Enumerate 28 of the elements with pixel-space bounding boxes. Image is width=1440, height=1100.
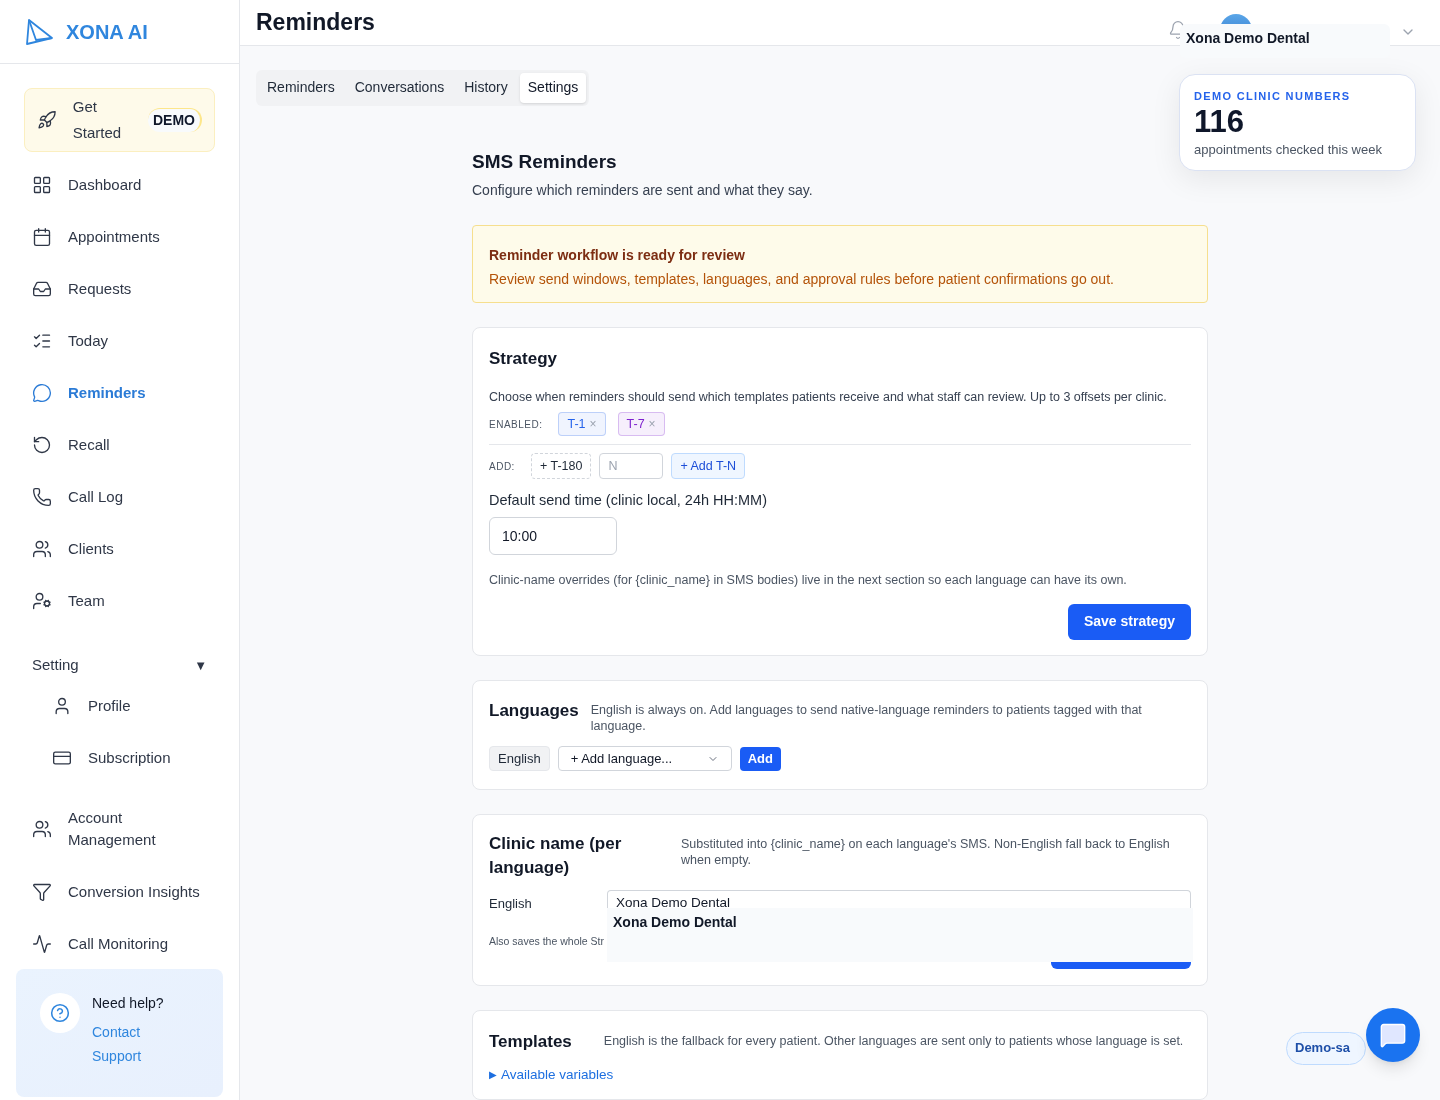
name-tooltip: Xona Demo Dental	[607, 908, 1193, 962]
card-label: DEMO CLINIC NUMBERS	[1194, 88, 1352, 104]
field-label: English	[489, 895, 533, 913]
help-title: Need help?	[92, 993, 164, 1013]
notice-title: Reminder workflow is ready for review	[489, 246, 746, 265]
card-title: Strategy	[489, 348, 559, 370]
card-title: Clinic name (per language)	[489, 833, 623, 879]
card-description: Substituted into {clinic_name} on each language's SMS. Non-English fall back to English when empty.	[681, 836, 1171, 869]
card-description: English is always on. Add languages to send native-language reminders to patients tagged with that language.	[590, 702, 1143, 734]
section-subtitle: Configure which reminders are sent and what they say.	[472, 181, 814, 200]
demo-badge: DEMO	[148, 108, 202, 132]
offset-chip: T-7 ×	[617, 412, 665, 437]
footnote: Also saves the whole Str	[489, 934, 605, 949]
stat-value: 116	[1194, 104, 1245, 140]
page-title: Reminders	[256, 8, 375, 37]
field-label: ENABLED:	[489, 417, 543, 432]
brand-name: XONA AI	[66, 19, 148, 45]
stat-caption: appointments checked this week	[1194, 141, 1383, 159]
card-description: English is the fallback for every patient. Other languages are sent only to patients whose language is set.	[603, 1033, 1184, 1051]
card-title: Languages	[489, 700, 579, 722]
field-label: ADD:	[489, 459, 515, 474]
helper-text: Clinic-name overrides (for {clinic_name} in SMS bodies) live in the next section so each language can have its own.	[489, 572, 1128, 589]
field-label: Default send time (clinic local, 24h HH:MM)	[489, 491, 768, 511]
offset-chip: T-1 ×	[558, 412, 606, 437]
language-chip: English	[489, 746, 550, 771]
notice-text: Review send windows, templates, languages, and approval rules before patient confirmations go out.	[489, 270, 1115, 289]
card-title: Templates	[489, 1031, 572, 1053]
card-description: Choose when reminders should send which templates patients receive and what staff can review. Up to 3 offsets per clinic.	[489, 388, 1168, 406]
